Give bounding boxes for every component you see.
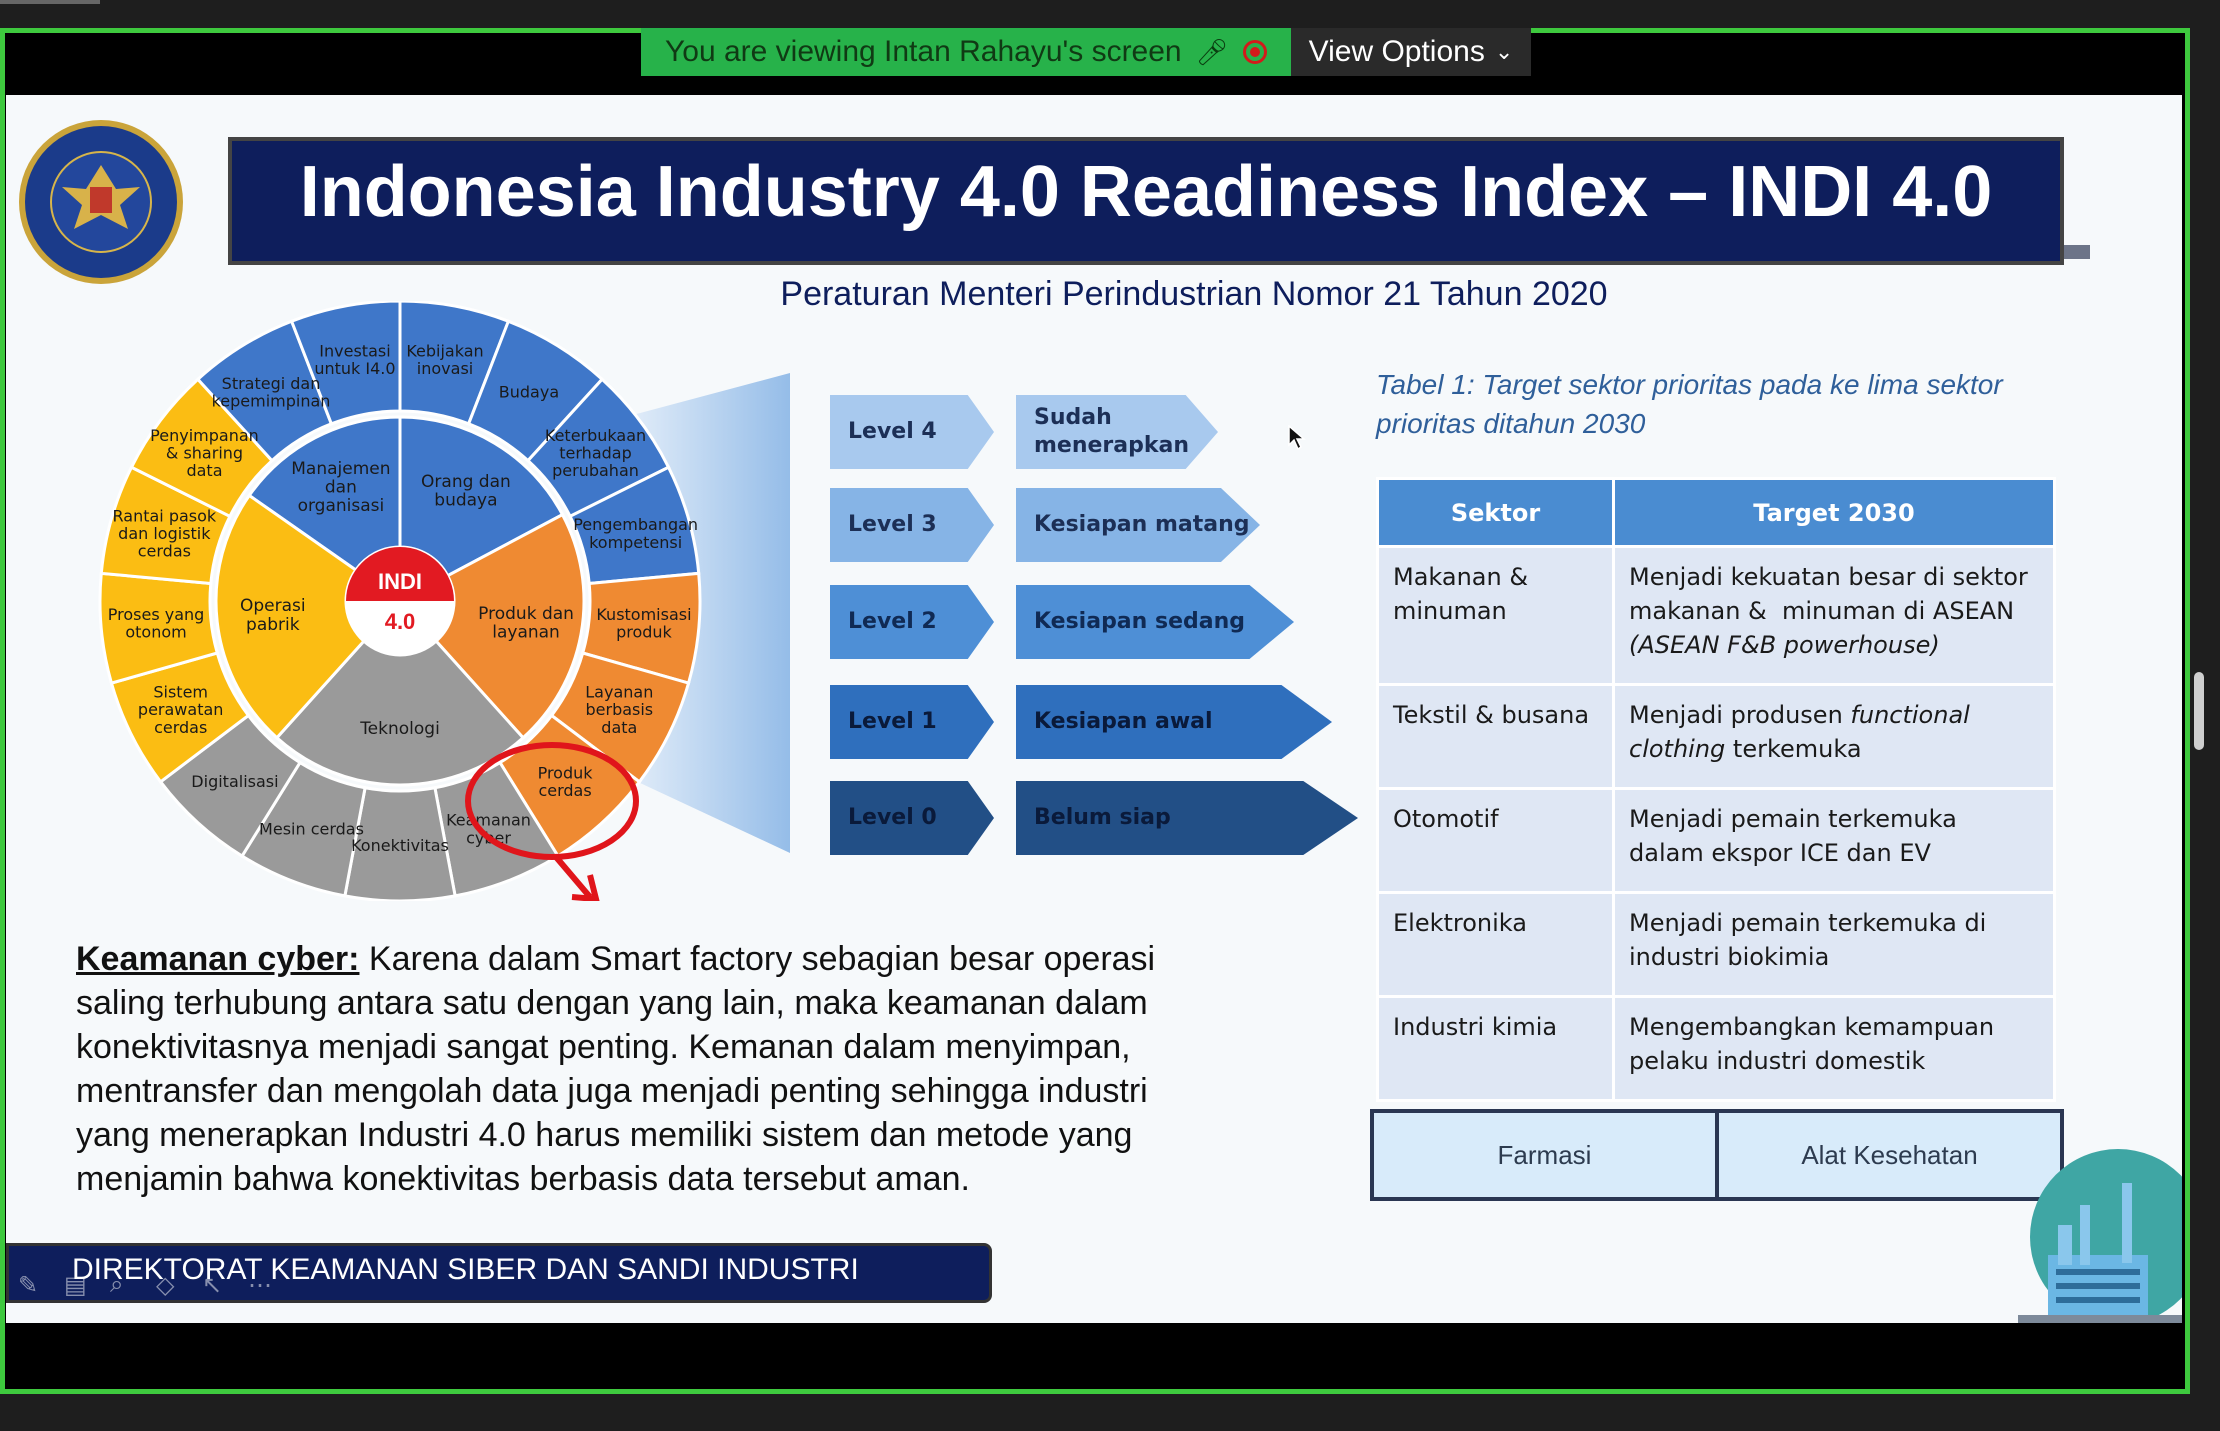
level-description: Kesiapan awal [1016,685,1332,759]
wheel-outer-label: Digitalisasi [191,772,278,791]
table-caption: Tabel 1: Target sektor prioritas pada ke… [1376,369,2003,439]
wheel-outer-label: Pengembangan kompetensi [573,515,698,552]
search-icon[interactable]: ⌕ [110,1271,138,1299]
wheel-inner-label: Produk dan layanan [478,604,574,643]
level-label: Level 2 [830,585,994,659]
level-description: Kesiapan sedang [1016,585,1294,659]
bssn-logo [19,120,183,284]
target-cell: Mengembangkan kemampuan pelaku industri … [1612,995,2056,1102]
view-options-button[interactable]: View Options ⌄ [1290,28,1532,76]
description-body: Karena dalam Smart factory sebagian besa… [76,940,1156,1198]
record-icon [1242,40,1267,64]
sector-cell: Tekstil & busana [1376,683,1615,790]
wheel-outer-label: Investasi untuk I4.0 [314,341,395,378]
level-label: Level 0 [830,781,994,855]
table-row: Tekstil & busana Menjadi produsen functi… [1376,683,2056,790]
sector-cell: Industri kimia [1376,995,1615,1102]
wheel-outer-label: Strategi dan kepemimpinan [212,374,331,411]
wheel-center-value: 4.0 [385,609,416,634]
indi-wheel-diagram: Kebijakan inovasi Budaya Keterbukaan terhada… [98,301,790,901]
cyber-security-description: Keamanan cyber: Karena dalam Smart facto… [76,937,1176,1201]
wheel-outer-label: Keterbukaan terhadap perubahan [545,426,646,480]
wheel-outer-label: Mesin cerdas [259,819,364,838]
table-row: Industri kimia Mengembangkan kemampuan p… [1376,995,2056,1102]
level-label: Level 4 [830,395,994,469]
viewing-text: You are viewing Intan Rahayu's screen [665,35,1182,68]
level-description: Kesiapan matang [1016,488,1260,562]
column-header-target: Target 2030 [1612,477,2056,548]
wheel-center-label: INDI [378,569,422,594]
wheel-outer-label: Produk cerdas [538,763,594,800]
slide-toolbar: ✎ ▤ ⌕ ◇ ↖ ⋯ [18,1271,276,1299]
screen-share-banner: You are viewing Intan Rahayu's screen 🎤︎… [641,28,1532,76]
wheel-outer-label: Konektivitas [351,836,449,855]
level-description: Belum siap [1016,781,1358,855]
description-heading: Keamanan cyber: [76,940,360,978]
level-label: Level 3 [830,488,994,562]
table-row: Makanan & minuman Menjadi kekuatan besar… [1376,545,2056,686]
highlight-arrow [553,855,600,901]
table-row: Elektronika Menjadi pemain terkemuka di … [1376,891,2056,998]
mouse-cursor [1288,425,1306,451]
additional-sectors-row: Farmasi Alat Kesehatan [1370,1109,2064,1201]
pointer-icon[interactable]: ↖ [202,1271,230,1299]
target-cell: Menjadi pemain terkemuka dalam ekspor IC… [1612,787,2056,894]
viewing-indicator: You are viewing Intan Rahayu's screen 🎤︎ [641,28,1291,76]
target-cell: Menjadi produsen functional clothing ter… [1612,683,2056,790]
sector-alat-kesehatan: Alat Kesehatan [1715,1113,2060,1197]
sector-farmasi: Farmasi [1374,1113,1715,1197]
level-label: Level 1 [830,685,994,759]
scrollbar[interactable] [2194,672,2204,750]
eraser-icon[interactable]: ◇ [156,1271,184,1299]
wheel-outer-label: Budaya [499,383,559,402]
sector-cell: Otomotif [1376,787,1615,894]
wheel-inner-label: Operasi pabrik [240,596,306,635]
wheel-inner-label: Orang dan budaya [421,472,511,511]
mic-off-icon: 🎤︎ [1195,36,1229,67]
factory-illustration [2018,1149,2182,1323]
chevron-down-icon: ⌄ [1494,39,1514,64]
slide-title: Indonesia Industry 4.0 Readiness Index –… [299,152,1993,232]
sector-cell: Makanan & minuman [1376,545,1615,686]
target-cell: Menjadi kekuatan besar di sektor makanan… [1612,545,2056,686]
top-strip [0,0,100,4]
wheel-inner-label: Teknologi [359,719,440,739]
pen-icon[interactable]: ✎ [18,1271,46,1299]
presentation-slide: Indonesia Industry 4.0 Readiness Index –… [6,95,2182,1323]
sector-cell: Elektronika [1376,891,1615,998]
wheel-segments [98,301,702,901]
column-header-sektor: Sektor [1376,477,1615,548]
target-cell: Menjadi pemain terkemuka di industri bio… [1612,891,2056,998]
notes-icon[interactable]: ▤ [64,1271,92,1299]
level-description: Sudah menerapkan [1016,395,1218,469]
wheel-outer-label: Kebijakan inovasi [406,341,483,378]
table-row: Otomotif Menjadi pemain terkemuka dalam … [1376,787,2056,894]
view-options-label: View Options [1308,35,1485,68]
more-icon[interactable]: ⋯ [248,1271,276,1299]
target-sector-table: Sektor Target 2030 Makanan & minuman Men… [1376,477,2056,1102]
